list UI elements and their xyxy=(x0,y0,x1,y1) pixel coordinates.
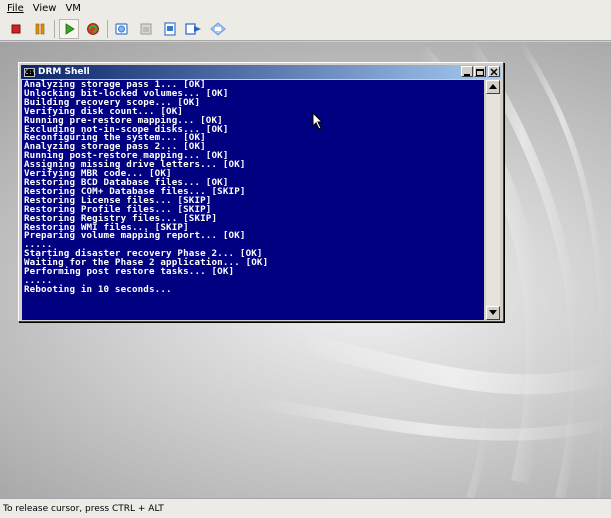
close-icon xyxy=(490,68,498,76)
revert-button[interactable] xyxy=(136,19,156,39)
stop-button[interactable] xyxy=(6,19,26,39)
reset-icon xyxy=(87,22,99,35)
ctrl-alt-del-button[interactable] xyxy=(184,19,204,39)
menu-view[interactable]: View xyxy=(33,3,57,14)
settings-button[interactable] xyxy=(208,19,228,39)
drm-shell-window[interactable]: C:\ DRM Shell Analyzing storage pass 1..… xyxy=(18,62,504,322)
settings-icon xyxy=(210,21,226,36)
console-line: Preparing volume mapping report... [OK] xyxy=(24,230,246,242)
vertical-scrollbar[interactable] xyxy=(486,80,500,320)
window-controls xyxy=(460,66,500,77)
start-icon xyxy=(65,22,75,35)
start-button[interactable] xyxy=(59,18,79,39)
menu-file[interactable]: File xyxy=(7,3,24,14)
window-title: DRM Shell xyxy=(38,67,90,77)
toolbar-separator xyxy=(107,19,108,38)
mouse-cursor-icon xyxy=(312,112,324,130)
menu-vm[interactable]: VM xyxy=(65,3,80,14)
media-button[interactable] xyxy=(160,19,180,39)
arrow-down-icon xyxy=(489,310,497,315)
reset-button[interactable] xyxy=(83,19,103,39)
console-line: Rebooting in 10 seconds... xyxy=(24,283,172,295)
scroll-down-button[interactable] xyxy=(486,306,500,320)
revert-icon xyxy=(140,23,152,34)
toolbar-separator xyxy=(54,19,55,38)
minimize-icon xyxy=(464,74,470,76)
status-text: To release cursor, press CTRL + ALT xyxy=(3,503,164,514)
close-button[interactable] xyxy=(488,66,500,77)
stop-icon xyxy=(11,24,21,33)
media-icon xyxy=(164,21,176,36)
menu-bar: File View VM xyxy=(0,0,611,17)
arrow-up-icon xyxy=(489,84,497,89)
maximize-button[interactable] xyxy=(474,66,486,77)
console-line: Performing post restore tasks... [OK] xyxy=(24,266,235,278)
minimize-button[interactable] xyxy=(461,66,473,77)
pause-button[interactable] xyxy=(30,19,50,39)
pause-icon xyxy=(35,23,45,34)
console-icon: C:\ xyxy=(24,67,36,77)
window-titlebar[interactable]: C:\ DRM Shell xyxy=(21,65,501,79)
ctrl-alt-del-icon xyxy=(185,22,201,35)
toolbar xyxy=(0,17,611,41)
vm-desktop[interactable]: C:\ DRM Shell Analyzing storage pass 1..… xyxy=(0,42,611,498)
snapshot-button[interactable] xyxy=(112,19,132,39)
scroll-up-button[interactable] xyxy=(486,80,500,94)
maximize-icon xyxy=(476,69,484,76)
console-output[interactable]: Analyzing storage pass 1... [OK] Unlocki… xyxy=(22,80,484,320)
status-bar: To release cursor, press CTRL + ALT xyxy=(0,498,611,518)
snapshot-icon xyxy=(115,22,128,35)
